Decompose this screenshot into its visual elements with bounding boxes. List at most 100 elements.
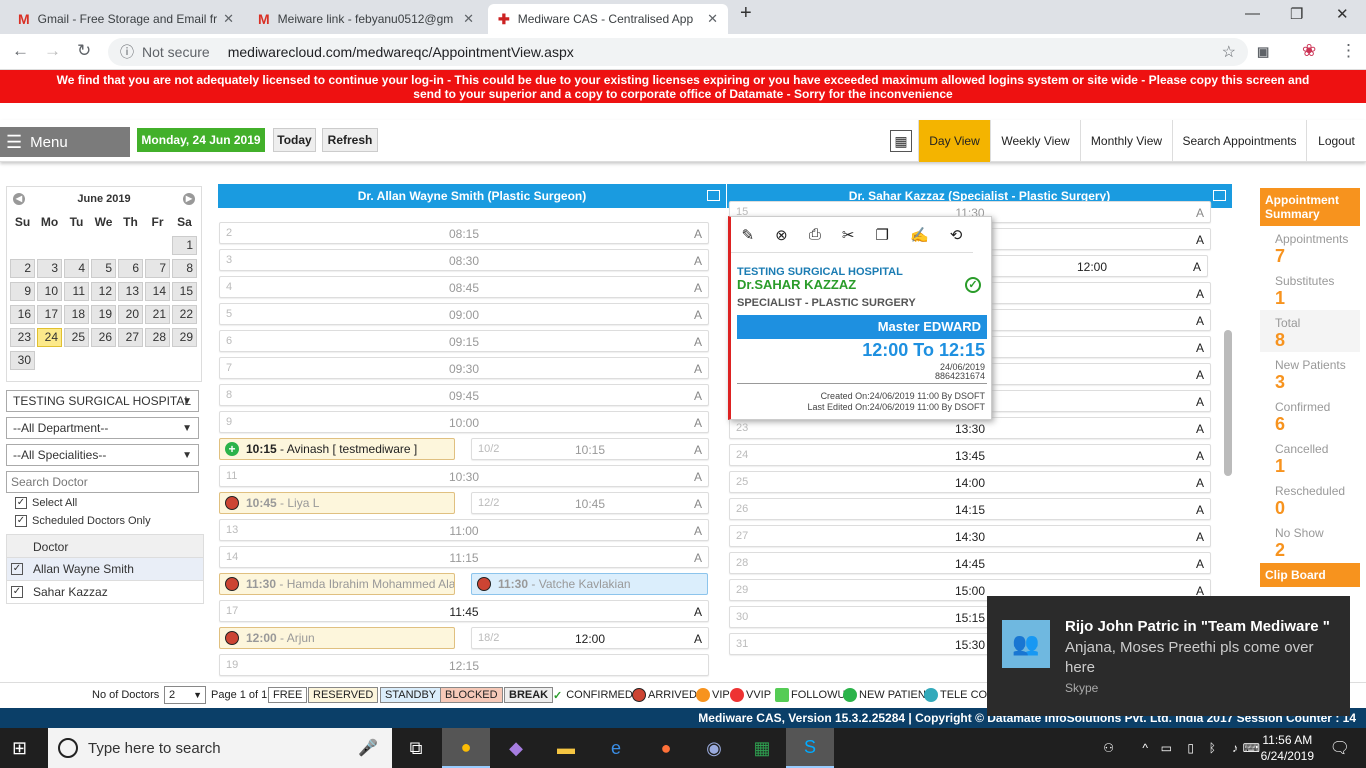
no-of-doctors-select[interactable]: 2 ▼ [164, 686, 206, 704]
calendar-day[interactable]: 27 [118, 328, 143, 347]
summary-item[interactable]: Cancelled 1 [1260, 436, 1360, 478]
close-tab-icon[interactable]: ✕ [223, 11, 234, 27]
calendar-day[interactable]: 12 [91, 282, 116, 301]
chevron-up-icon[interactable]: ^ [1142, 741, 1148, 755]
battery-icon[interactable]: ▯ [1187, 741, 1194, 755]
time-slot[interactable]: 8 09:45 A [219, 384, 709, 406]
logout-button[interactable]: Logout [1306, 120, 1366, 162]
summary-item[interactable]: Appointments 7 [1260, 226, 1360, 268]
next-month-icon[interactable]: ▶ [182, 193, 195, 205]
time-slot[interactable]: 3 08:30 A [219, 249, 709, 271]
firefox-icon[interactable]: ● [642, 728, 690, 768]
calendar-day[interactable]: 23 [10, 328, 35, 347]
task-view-icon[interactable]: ⧉ [392, 728, 440, 768]
doctor-row[interactable]: ✓ Sahar Kazzaz [6, 581, 204, 604]
appointment-block[interactable]: 10:45 - Liya L [219, 492, 455, 514]
edit-pencil-icon[interactable]: ✎ [742, 226, 755, 244]
cut-icon[interactable]: ✂ [842, 226, 855, 244]
speciality-select[interactable]: --All Specialities-- ▼ [6, 444, 199, 466]
reschedule-icon[interactable]: ⟲ [950, 226, 963, 244]
visual-studio-icon[interactable]: ◆ [492, 728, 540, 768]
bookmark-star-icon[interactable]: ☆ [1222, 42, 1236, 62]
edit-icon[interactable]: ✍ [910, 226, 929, 244]
back-icon[interactable]: ← [12, 41, 29, 61]
calendar-day[interactable]: 14 [145, 282, 170, 301]
time-slot[interactable]: 7 09:30 A [219, 357, 709, 379]
search-doctor-input[interactable]: Search Doctor [6, 471, 199, 493]
profile-avatar-icon[interactable]: ❀ [1302, 41, 1316, 61]
calendar-day[interactable]: 7 [145, 259, 170, 278]
reload-icon[interactable]: ↻ [77, 41, 91, 61]
language-icon[interactable]: ⌨ [1243, 741, 1260, 755]
summary-item[interactable]: No Show 2 [1260, 520, 1360, 562]
time-slot[interactable]: 9 10:00 A [219, 411, 709, 433]
summary-item[interactable]: Confirmed 6 [1260, 394, 1360, 436]
copy-icon[interactable]: ❐ [876, 226, 889, 244]
windows-start-icon[interactable]: ⊞ [12, 738, 27, 759]
day-view-tab[interactable]: Day View [918, 120, 990, 162]
system-clock[interactable]: 11:56 AM 6/24/2019 [1261, 732, 1314, 764]
file-explorer-icon[interactable]: ▬ [542, 728, 590, 768]
browser-tab-mediware[interactable]: ✚ Mediware CAS - Centralised App ✕ [488, 4, 728, 34]
appointment-block[interactable]: 11:30 - Hamda Ibrahim Mohammed Ala [219, 573, 455, 595]
forward-icon[interactable]: → [44, 41, 61, 61]
monthly-view-tab[interactable]: Monthly View [1080, 120, 1172, 162]
extension-icon[interactable]: ▣ [1257, 44, 1269, 60]
browser-tab-meiware[interactable]: M Meiware link - febyanu0512@gm ✕ [248, 4, 484, 34]
calendar-day[interactable]: 16 [10, 305, 35, 324]
checkbox-checked-icon[interactable]: ✓ [11, 586, 23, 598]
calendar-day[interactable]: 19 [91, 305, 116, 324]
calendar-day[interactable]: 20 [118, 305, 143, 324]
summary-item[interactable]: New Patients 3 [1260, 352, 1360, 394]
time-slot[interactable]: 17 11:45 A [219, 600, 709, 622]
calendar-day[interactable]: 25 [64, 328, 89, 347]
microphone-icon[interactable]: 🎤 [358, 738, 378, 758]
time-slot[interactable]: 5 09:00 A [219, 303, 709, 325]
menu-button[interactable]: ☰ Menu [0, 127, 130, 157]
column-options-icon[interactable] [707, 190, 720, 201]
time-slot[interactable]: 13 11:00 A [219, 519, 709, 541]
schedule-scrollbar[interactable] [1224, 330, 1232, 476]
time-slot[interactable]: 2 08:15 A [219, 222, 709, 244]
edge-icon[interactable]: e [592, 728, 640, 768]
appointment-block[interactable]: + 10:15 - Avinash [ testmediware ] [219, 438, 455, 460]
maximize-icon[interactable]: ❐ [1290, 5, 1303, 23]
time-slot[interactable]: 11 10:30 A [219, 465, 709, 487]
time-slot[interactable]: 25 14:00 A [729, 471, 1211, 493]
calendar-day[interactable]: 2 [10, 259, 35, 278]
checkbox-checked-icon[interactable]: ✓ [11, 563, 23, 575]
calendar-day[interactable]: 4 [64, 259, 89, 278]
prev-month-icon[interactable]: ◀ [13, 193, 25, 205]
calendar-day[interactable]: 8 [172, 259, 197, 278]
url-field[interactable]: ⓘ Not secure mediwarecloud.com/medwareqc… [108, 38, 1248, 66]
calendar-day[interactable]: 28 [145, 328, 170, 347]
time-slot[interactable]: 10/2 10:15 A [471, 438, 709, 460]
chrome-menu-icon[interactable]: ⋮ [1340, 41, 1357, 61]
refresh-button[interactable]: Refresh [322, 128, 378, 152]
calendar-day[interactable]: 9 [10, 282, 35, 301]
print-icon[interactable]: ⎙ [809, 226, 821, 243]
calendar-day[interactable]: 29 [172, 328, 197, 347]
minimize-icon[interactable]: — [1245, 5, 1260, 22]
select-all-checkbox[interactable]: ✓ Select All [15, 497, 77, 509]
time-slot[interactable]: 28 14:45 A [729, 552, 1211, 574]
summary-item[interactable]: Rescheduled 0 [1260, 478, 1360, 520]
clip-board-header[interactable]: Clip Board [1260, 563, 1360, 587]
time-slot[interactable]: 14 11:15 A [219, 546, 709, 568]
calendar-day[interactable]: 1 [172, 236, 197, 255]
time-slot[interactable]: 24 13:45 A [729, 444, 1211, 466]
skype-notification-toast[interactable]: 👥 Rijo John Patric in "Team Mediware " A… [987, 596, 1350, 716]
calendar-day[interactable]: 26 [91, 328, 116, 347]
time-slot[interactable]: 4 08:45 A [219, 276, 709, 298]
calendar-day[interactable]: 10 [37, 282, 62, 301]
scheduled-only-checkbox[interactable]: ✓ Scheduled Doctors Only [15, 515, 151, 527]
calendar-day[interactable]: 21 [145, 305, 170, 324]
calendar-day[interactable]: 11 [64, 282, 89, 301]
time-slot[interactable]: 23 13:30 A [729, 417, 1211, 439]
calendar-day[interactable]: 18 [64, 305, 89, 324]
weekly-view-tab[interactable]: Weekly View [990, 120, 1080, 162]
volume-icon[interactable]: ♪ [1232, 741, 1238, 755]
today-button[interactable]: Today [273, 128, 316, 152]
time-slot[interactable]: /212:00A [976, 255, 1208, 277]
time-slot[interactable]: 12/2 10:45 A [471, 492, 709, 514]
